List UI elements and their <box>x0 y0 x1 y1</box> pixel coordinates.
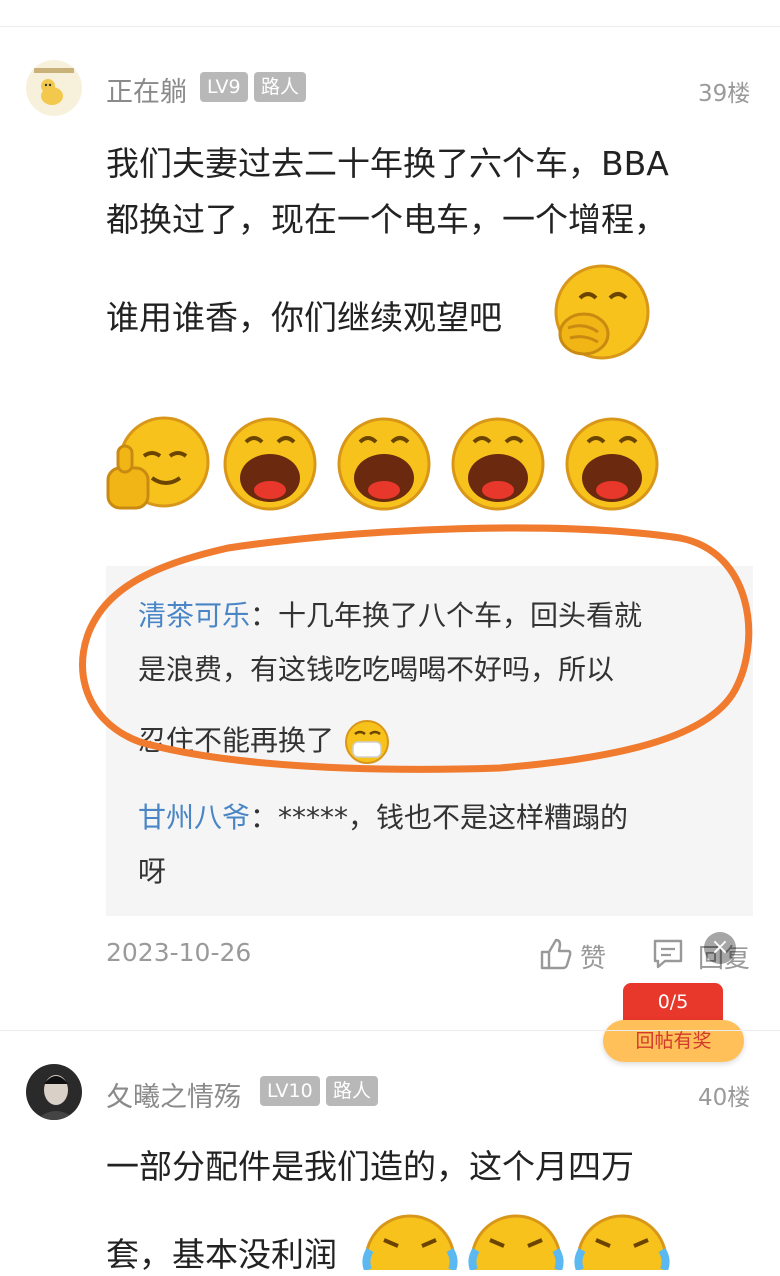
post-author-name[interactable]: 夂曦之情殇 <box>106 1075 241 1114</box>
floor-number: 40楼 <box>698 1085 751 1111</box>
highlight-circle-annotation <box>79 524 753 773</box>
reply-reward-button[interactable]: 回帖有奖 <box>603 1020 744 1062</box>
like-thumb-icon[interactable] <box>538 936 574 972</box>
portrait-avatar-icon <box>36 1075 76 1120</box>
role-badge: 路人 <box>326 1076 379 1106</box>
post-text-line: 一部分配件是我们造的，这个月四万 <box>106 1147 634 1186</box>
close-badge-icon[interactable]: × <box>704 932 736 964</box>
post-divider <box>0 1030 780 1031</box>
reward-count-badge[interactable]: 0/5 <box>623 983 723 1025</box>
crying-laugh-emoji-icon <box>574 1214 670 1270</box>
crying-laugh-emoji-icon <box>468 1214 564 1270</box>
crying-laugh-emoji-icon <box>362 1214 458 1270</box>
post-text-line: 套，基本没利润 <box>106 1235 337 1274</box>
user-avatar[interactable] <box>26 1064 82 1120</box>
level-badge: LV10 <box>260 1076 320 1106</box>
post-date: 2023-10-26 <box>106 938 252 967</box>
like-button[interactable]: 赞 <box>580 938 606 975</box>
comment-bubble-icon[interactable] <box>650 936 686 972</box>
